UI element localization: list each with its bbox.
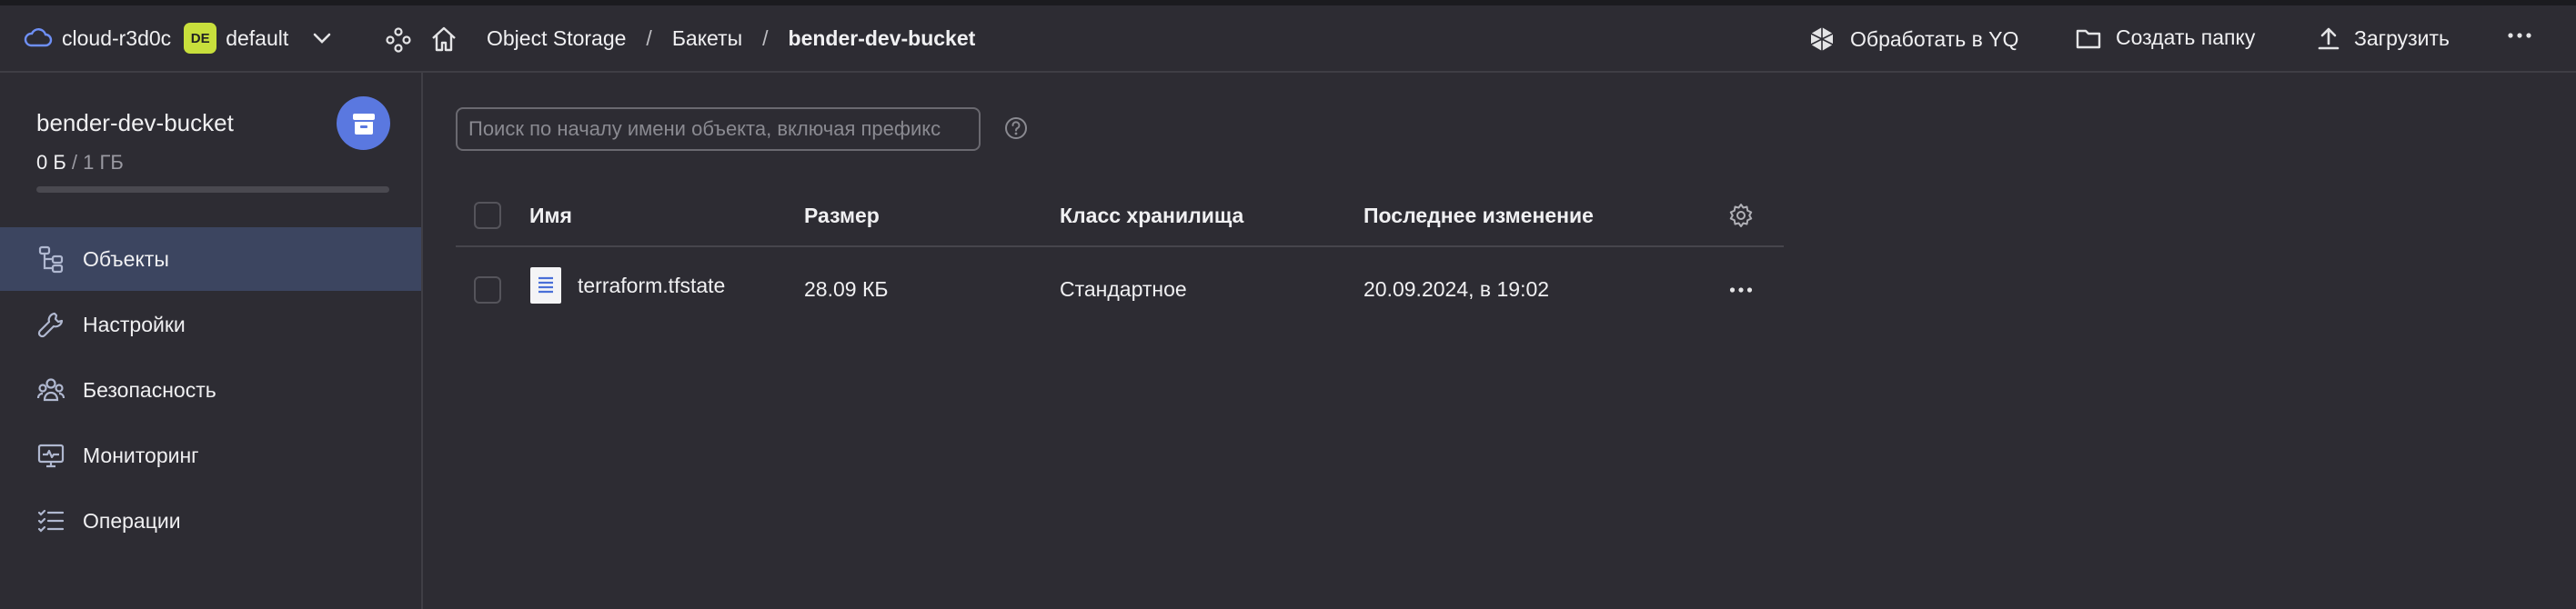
sidebar-item-security[interactable]: Безопасность [0, 358, 421, 422]
more-actions-icon[interactable] [2507, 31, 2532, 40]
sidebar: bender-dev-bucket 0 Б / 1 ГБ Объекты Нас… [0, 73, 423, 609]
usage-progress-bar [36, 186, 389, 193]
create-folder-button[interactable]: Создать папку [2076, 25, 2255, 50]
users-icon [36, 375, 65, 404]
column-header-name[interactable]: Имя [529, 204, 572, 228]
services-icon[interactable] [385, 26, 412, 54]
sidebar-item-monitoring[interactable]: Мониторинг [0, 424, 421, 487]
search-input[interactable] [456, 107, 981, 151]
help-icon[interactable] [1004, 116, 1028, 140]
file-name[interactable]: terraform.tfstate [578, 274, 725, 298]
breadcrumb-buckets[interactable]: Бакеты [672, 26, 742, 51]
sidebar-item-settings[interactable]: Настройки [0, 293, 421, 356]
file-icon [529, 266, 562, 304]
yq-icon [1808, 25, 1836, 53]
bucket-avatar-icon [337, 96, 390, 150]
row-more-actions-icon[interactable] [1729, 285, 1753, 295]
list-check-icon [36, 506, 65, 535]
sidebar-usage: 0 Б / 1 ГБ [36, 151, 124, 175]
column-header-storage-class[interactable]: Класс хранилища [1060, 204, 1243, 228]
breadcrumb-separator: / [646, 26, 652, 50]
sidebar-item-label: Безопасность [83, 377, 216, 402]
cloud-icon [24, 27, 53, 49]
usage-used: 0 Б [36, 151, 66, 174]
sidebar-item-label: Объекты [83, 246, 169, 271]
create-folder-label: Создать папку [2116, 25, 2256, 49]
monitor-chart-icon [36, 441, 65, 470]
table-header: Имя Размер Класс хранилища Последнее изм… [456, 184, 1784, 247]
table-settings-gear-icon[interactable] [1728, 203, 1754, 228]
home-icon[interactable] [429, 25, 458, 53]
chevron-down-icon[interactable] [312, 32, 332, 45]
sidebar-item-operations[interactable]: Операции [0, 489, 421, 553]
breadcrumb-current-bucket: bender-dev-bucket [788, 26, 976, 50]
column-header-modified[interactable]: Последнее изменение [1363, 204, 1594, 228]
select-all-checkbox[interactable] [474, 202, 501, 229]
process-yq-button[interactable]: Обработать в YQ [1808, 25, 2018, 53]
file-size: 28.09 КБ [804, 277, 889, 301]
breadcrumb-separator: / [762, 26, 769, 50]
top-bar: cloud-r3d0c DE default Object Storage / … [0, 5, 2576, 73]
table-row[interactable]: terraform.tfstate 28.09 КБ Стандартное 2… [456, 247, 1784, 333]
sidebar-item-label: Мониторинг [83, 443, 199, 467]
sidebar-item-label: Настройки [83, 312, 186, 336]
file-storage-class: Стандартное [1060, 277, 1187, 301]
cloud-name: cloud-r3d0c [62, 25, 172, 50]
usage-limit: / 1 ГБ [71, 151, 124, 174]
cloud-selector[interactable]: cloud-r3d0c DE default [24, 23, 332, 54]
wrench-icon [36, 310, 65, 339]
folder-badge: DE [184, 23, 217, 54]
sidebar-bucket-name: bender-dev-bucket [36, 109, 234, 136]
row-checkbox[interactable] [474, 276, 501, 304]
upload-label: Загрузить [2354, 25, 2450, 50]
sidebar-item-objects[interactable]: Объекты [0, 227, 421, 291]
folder-icon [2076, 26, 2101, 50]
process-yq-label: Обработать в YQ [1850, 26, 2019, 51]
sidebar-item-label: Операции [83, 508, 181, 533]
upload-icon [2316, 25, 2341, 51]
folder-name: default [226, 25, 289, 50]
upload-button[interactable]: Загрузить [2316, 25, 2450, 51]
objects-tree-icon [36, 245, 65, 274]
breadcrumb-object-storage[interactable]: Object Storage [487, 26, 626, 51]
column-header-size[interactable]: Размер [804, 204, 880, 228]
breadcrumb: Object Storage / Бакеты / bender-dev-buc… [487, 26, 975, 51]
file-modified: 20.09.2024, в 19:02 [1363, 277, 1550, 301]
